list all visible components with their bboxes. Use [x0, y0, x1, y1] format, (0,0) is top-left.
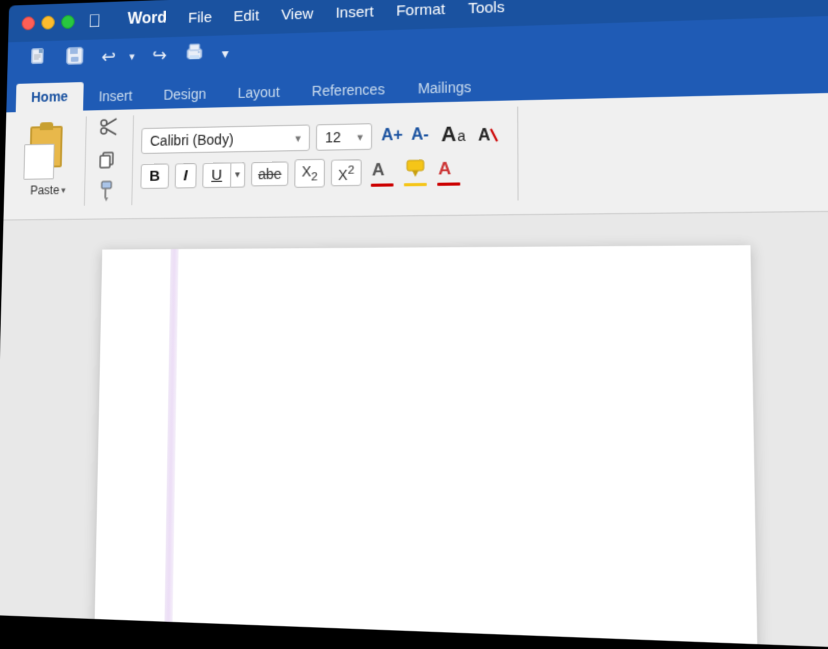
font-shrink-button[interactable]: A-	[408, 124, 432, 147]
paste-dropdown-arrow-icon[interactable]: ▾	[61, 185, 66, 196]
menu-view[interactable]: View	[271, 1, 324, 28]
maximize-button[interactable]	[61, 15, 75, 29]
app-name-menu[interactable]: Word	[118, 5, 177, 33]
underline-button[interactable]: U	[202, 162, 231, 188]
svg-text:A: A	[438, 158, 451, 178]
new-document-icon[interactable]	[24, 43, 53, 74]
paste-text: Paste	[30, 183, 60, 197]
menu-format[interactable]: Format	[386, 0, 456, 24]
font-name-arrow-icon[interactable]: ▾	[295, 131, 301, 144]
close-button[interactable]	[22, 16, 35, 30]
cut-icon[interactable]	[94, 113, 124, 144]
font-name-value: Calibri (Body)	[150, 131, 234, 149]
undo-dropdown-icon[interactable]: ▾	[124, 47, 139, 66]
copy-icon[interactable]	[93, 146, 123, 175]
font-row-1: Calibri (Body) ▾ 12 ▾ A+ A-	[141, 120, 502, 154]
superscript-button[interactable]: X2	[331, 159, 362, 187]
strikethrough-label: abe	[258, 166, 282, 183]
italic-button[interactable]: I	[175, 163, 197, 188]
subscript-button[interactable]: X2	[295, 159, 325, 188]
menu-edit[interactable]: Edit	[224, 3, 270, 29]
tab-design[interactable]: Design	[148, 79, 223, 109]
menu-file[interactable]: File	[178, 4, 222, 30]
menu-insert[interactable]: Insert	[325, 0, 384, 26]
svg-text:A: A	[478, 126, 490, 144]
clipboard-group: Paste ▾	[23, 116, 87, 206]
document-area[interactable]	[0, 212, 828, 649]
change-case-icon[interactable]: A a	[438, 122, 469, 147]
tab-home[interactable]: Home	[16, 82, 84, 112]
menu-tools[interactable]: Tools	[458, 0, 516, 21]
underline-dropdown-icon[interactable]: ▾	[231, 162, 245, 188]
font-row-2: B I U ▾ abe X2	[140, 154, 502, 192]
font-color-red-icon[interactable]: A	[434, 154, 463, 188]
paste-label[interactable]: Paste ▾	[30, 183, 66, 197]
ribbon-groups: Paste ▾	[23, 99, 828, 213]
undo-icon[interactable]: ↩	[96, 43, 121, 70]
cut-copy-group	[93, 115, 134, 205]
font-size-selector[interactable]: 12 ▾	[316, 123, 372, 151]
char-A-big-icon: A	[441, 124, 456, 145]
paste-paper-icon	[23, 144, 54, 180]
font-size-grow-shrink: A+ A-	[378, 124, 432, 148]
print-icon[interactable]	[179, 38, 209, 70]
redo-icon[interactable]: ↪	[147, 42, 172, 69]
more-quick-actions-icon[interactable]: ▾	[217, 42, 234, 65]
svg-text:A: A	[372, 159, 385, 179]
clear-formatting-icon[interactable]: A	[473, 120, 503, 148]
highlight-color-icon[interactable]	[401, 155, 430, 189]
home-ribbon: Paste ▾	[3, 92, 828, 220]
app-window:  Word File Edit View Insert Format Tool…	[0, 0, 828, 649]
font-color-icons: A	[368, 154, 464, 189]
font-color-icon[interactable]: A	[368, 156, 397, 189]
underline-wrap: U ▾	[202, 162, 245, 188]
tab-mailings[interactable]: Mailings	[401, 72, 488, 103]
font-group: Calibri (Body) ▾ 12 ▾ A+ A-	[140, 107, 519, 205]
subscript-label: X2	[302, 163, 318, 183]
format-painter-icon[interactable]	[93, 177, 123, 208]
tab-insert[interactable]: Insert	[83, 81, 148, 110]
superscript-label: X2	[338, 163, 354, 182]
strikethrough-button[interactable]: abe	[251, 161, 289, 186]
bold-button[interactable]: B	[140, 163, 169, 188]
tab-references[interactable]: References	[296, 74, 402, 105]
font-name-selector[interactable]: Calibri (Body) ▾	[141, 124, 310, 153]
tab-layout[interactable]: Layout	[222, 77, 296, 107]
font-size-arrow-icon[interactable]: ▾	[357, 130, 363, 143]
save-icon[interactable]	[60, 42, 89, 73]
paste-button[interactable]	[23, 126, 74, 180]
font-size-value: 12	[325, 129, 341, 146]
font-grow-button[interactable]: A+	[378, 125, 406, 148]
minimize-button[interactable]	[41, 16, 55, 30]
traffic-lights	[22, 15, 75, 30]
document-page[interactable]	[94, 245, 758, 649]
apple-logo-icon: 	[88, 11, 101, 32]
char-style-icons: A a A	[438, 120, 502, 148]
doc-highlight	[164, 249, 179, 649]
char-A-small-icon: a	[457, 127, 465, 144]
